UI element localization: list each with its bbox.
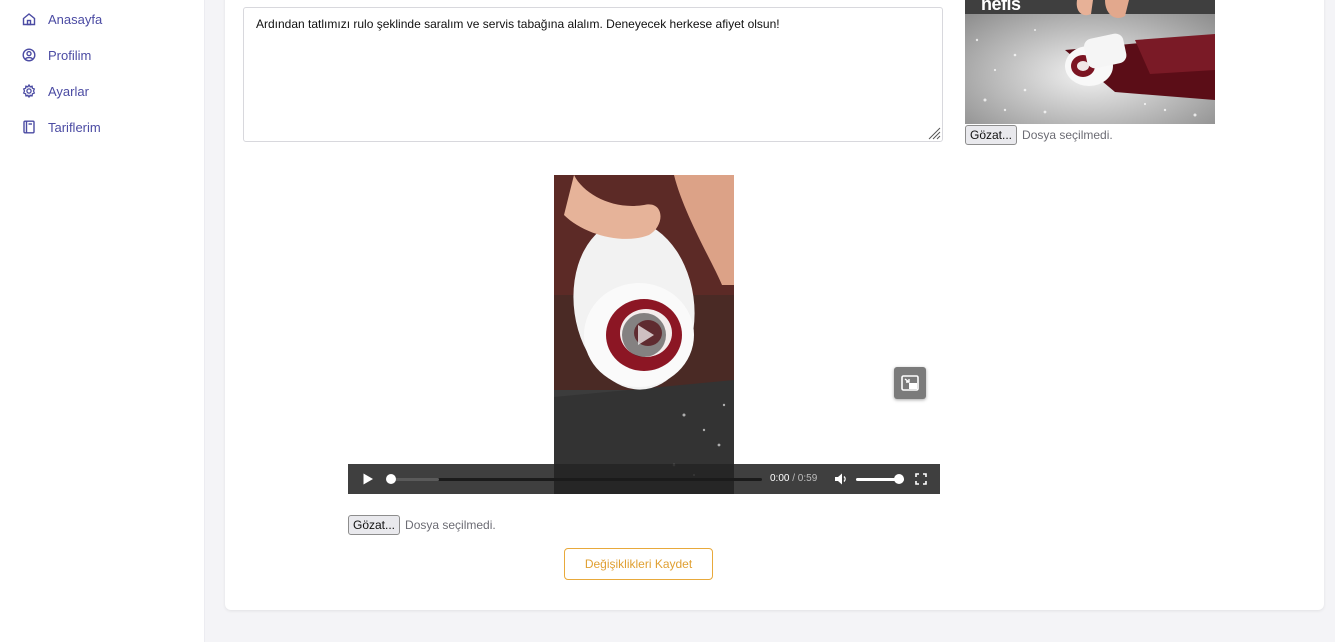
fullscreen-icon[interactable] <box>915 473 927 485</box>
video-file-status: Dosya seçilmedi. <box>405 518 496 532</box>
progress-track[interactable] <box>391 478 762 481</box>
sidebar-item-label: Tariflerim <box>48 119 101 135</box>
duration: / 0:59 <box>792 473 818 484</box>
sidebar-item-label: Ayarlar <box>48 83 89 99</box>
current-time: 0:00 <box>770 473 790 484</box>
watermark-logo: nefis <box>981 0 1021 15</box>
video-browse-button[interactable]: Gözat... <box>348 515 401 535</box>
watermark-text: nefis <box>981 0 1021 14</box>
play-icon[interactable] <box>362 473 374 485</box>
sidebar-item-label: Profilim <box>48 47 92 63</box>
image-browse-button[interactable]: Gözat... <box>965 125 1018 145</box>
video-controls: 0:00 / 0:59 <box>348 464 940 494</box>
video-player[interactable] <box>554 175 734 494</box>
volume-icon[interactable] <box>834 472 848 486</box>
video-file-chooser: Gözat... Dosya seçilmedi. <box>348 515 496 535</box>
sidebar-item-ayarlar[interactable]: Ayarlar <box>22 81 89 101</box>
gear-icon <box>22 84 36 98</box>
sidebar-item-tariflerim[interactable]: Tariflerim <box>22 117 101 137</box>
home-icon <box>22 13 36 26</box>
step-image-preview: nefis <box>965 0 1215 124</box>
resize-grip-icon[interactable] <box>927 126 941 140</box>
sidebar-item-profilim[interactable]: Profilim <box>22 45 91 65</box>
user-circle-icon <box>22 48 36 62</box>
volume-thumb[interactable] <box>894 474 904 484</box>
sidebar-item-anasayfa[interactable]: Anasayfa <box>22 9 102 29</box>
save-changes-button[interactable]: Değişiklikleri Kaydet <box>564 548 713 580</box>
picture-in-picture-button[interactable] <box>894 367 926 399</box>
progress-buffered <box>391 478 439 481</box>
progress-thumb[interactable] <box>386 474 396 484</box>
image-file-chooser: Gözat... Dosya seçilmedi. <box>965 125 1113 145</box>
book-icon <box>23 120 35 134</box>
time-display: 0:00 / 0:59 <box>770 473 817 484</box>
picture-in-picture-icon <box>901 375 919 391</box>
sidebar-item-label: Anasayfa <box>48 11 103 27</box>
image-file-status: Dosya seçilmedi. <box>1022 128 1113 142</box>
recipe-step-textarea[interactable]: Ardından tatlımızı rulo şeklinde saralım… <box>243 7 943 142</box>
sidebar: Anasayfa Profilim Ayarlar Tariflerim <box>0 0 205 642</box>
